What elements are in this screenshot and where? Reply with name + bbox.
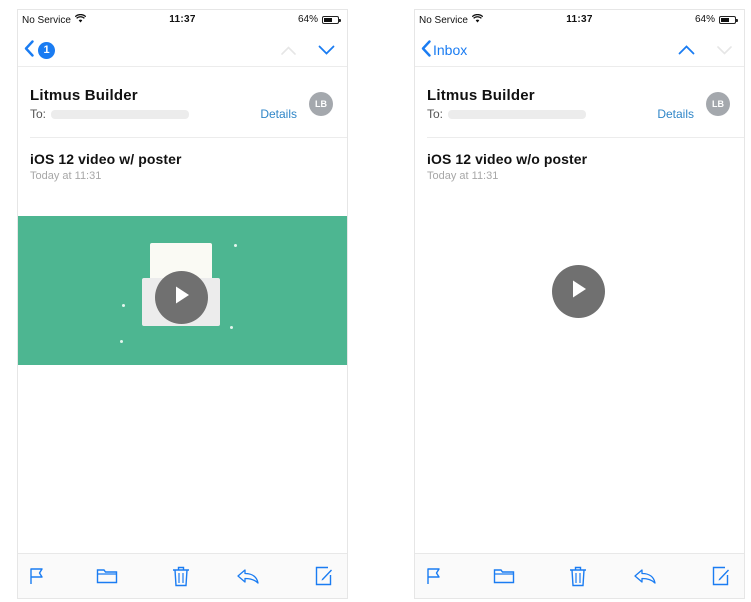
bottom-toolbar — [415, 553, 744, 598]
play-icon — [173, 285, 191, 310]
sender-header: Litmus Builder To: Details LB — [30, 87, 335, 127]
compose-icon[interactable] — [708, 565, 732, 587]
sparkle-dot — [122, 304, 125, 307]
redacted-recipient — [448, 109, 587, 119]
header-divider — [427, 137, 744, 138]
message-navigation — [281, 42, 335, 60]
message-navigation — [678, 42, 732, 60]
back-button[interactable]: 1 — [24, 40, 55, 60]
next-message-button[interactable] — [717, 42, 732, 60]
battery-icon — [719, 15, 738, 24]
avatar[interactable]: LB — [706, 92, 730, 116]
navigation-bar: Inbox — [415, 36, 744, 67]
play-icon — [570, 279, 588, 304]
battery-status: 64% — [297, 14, 341, 25]
email-screen-with-poster: No Service 11:37 64% 1 Litmus Builder To… — [17, 9, 348, 599]
to-label: To: — [30, 107, 47, 121]
sender-name: Litmus Builder — [30, 87, 138, 104]
chevron-left-icon — [421, 40, 431, 60]
subject-header: iOS 12 video w/ poster Today at 11:31 — [30, 151, 335, 182]
sender-header: Litmus Builder To: Details LB — [427, 87, 732, 127]
sender-name: Litmus Builder — [427, 87, 535, 104]
battery-icon — [322, 15, 341, 24]
bottom-toolbar — [18, 553, 347, 598]
next-message-button[interactable] — [318, 42, 335, 60]
flag-icon[interactable] — [25, 565, 49, 587]
battery-percent: 64% — [694, 14, 715, 25]
compose-icon[interactable] — [311, 565, 335, 587]
trash-icon[interactable] — [566, 565, 590, 587]
battery-status: 64% — [694, 14, 738, 25]
sent-time: Today at 11:31 — [427, 170, 499, 182]
sent-time: Today at 11:31 — [30, 170, 102, 182]
play-button[interactable] — [552, 265, 605, 318]
email-subject: iOS 12 video w/ poster — [30, 151, 182, 167]
folder-icon[interactable] — [492, 565, 516, 587]
battery-percent: 64% — [297, 14, 318, 25]
flag-icon[interactable] — [422, 565, 446, 587]
previous-message-button[interactable] — [281, 42, 296, 60]
to-label: To: — [427, 107, 444, 121]
details-link[interactable]: Details — [657, 107, 694, 121]
trash-icon[interactable] — [169, 565, 193, 587]
email-screen-without-poster: No Service 11:37 64% Inbox Litmus Builde… — [414, 9, 745, 599]
status-bar: No Service 11:37 64% — [18, 10, 347, 32]
redacted-recipient — [51, 109, 190, 119]
play-button[interactable] — [155, 271, 208, 324]
folder-icon[interactable] — [95, 565, 119, 587]
sparkle-dot — [120, 340, 123, 343]
reply-icon[interactable] — [236, 565, 260, 587]
sparkle-dot — [234, 244, 237, 247]
sparkle-dot — [230, 326, 233, 329]
email-subject: iOS 12 video w/o poster — [427, 151, 588, 167]
navigation-bar: 1 — [18, 36, 347, 67]
avatar[interactable]: LB — [309, 92, 333, 116]
video-poster[interactable] — [18, 216, 347, 365]
back-button[interactable]: Inbox — [421, 40, 467, 60]
unread-count-badge: 1 — [38, 41, 55, 59]
status-bar: No Service 11:37 64% — [415, 10, 744, 32]
reply-icon[interactable] — [633, 565, 657, 587]
back-label: Inbox — [433, 42, 468, 58]
chevron-left-icon — [24, 40, 34, 60]
subject-header: iOS 12 video w/o poster Today at 11:31 — [427, 151, 732, 182]
details-link[interactable]: Details — [260, 107, 297, 121]
previous-message-button[interactable] — [678, 42, 695, 60]
header-divider — [30, 137, 347, 138]
